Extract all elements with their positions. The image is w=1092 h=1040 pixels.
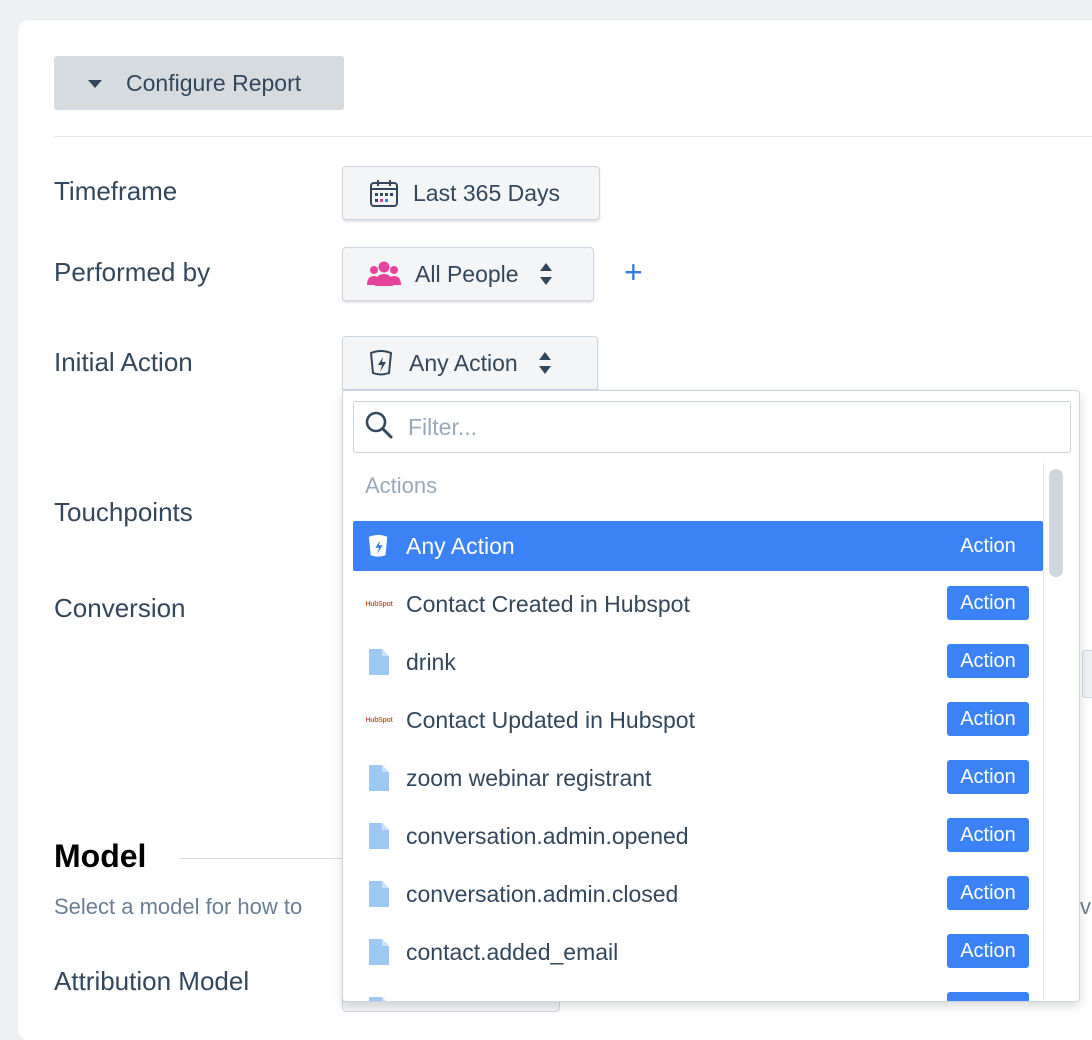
performed-by-value: All People [415, 260, 519, 287]
list-item[interactable]: contact.added_email Action [353, 927, 1043, 977]
up-down-arrows-icon [539, 262, 553, 286]
document-icon [367, 649, 391, 675]
action-badge: Action [947, 876, 1029, 910]
timeframe-label: Timeframe [54, 176, 178, 206]
up-down-arrows-icon [538, 351, 552, 375]
list-item-label: Contact Created in Hubspot [406, 590, 690, 617]
model-heading: Model [54, 838, 147, 874]
list-item[interactable]: HubSpot Contact Updated in Hubspot Actio… [353, 695, 1043, 745]
timeframe-button[interactable]: Last 365 Days [342, 166, 600, 220]
action-dropdown: Actions Any Action Action HubSpot Contac… [342, 390, 1080, 1002]
list-item-label: conversation.admin.closed [406, 880, 679, 907]
caret-down-icon [88, 80, 102, 88]
hubspot-logo-text: HubSpot [365, 716, 393, 724]
filter-input[interactable] [406, 412, 1050, 442]
performed-by-label: Performed by [54, 257, 211, 287]
section-divider [54, 136, 1092, 137]
performed-by-select[interactable]: All People [342, 247, 594, 301]
configure-report-toggle[interactable]: Configure Report [54, 56, 344, 110]
conversion-select-edge[interactable] [1082, 650, 1092, 698]
filter-box[interactable] [353, 401, 1071, 453]
actions-section-header: Actions [365, 473, 438, 498]
list-item[interactable]: Any Action Action [353, 521, 1043, 571]
model-description-tail: ve [1080, 894, 1092, 919]
attribution-model-label: Attribution Model [54, 966, 250, 996]
list-item-label: Contact Updated in Hubspot [406, 706, 695, 733]
document-icon [367, 823, 391, 849]
configure-report-label: Configure Report [126, 69, 302, 96]
action-badge: Action [947, 586, 1029, 620]
list-item[interactable]: drink Action [353, 637, 1043, 687]
action-badge: Action [947, 702, 1029, 736]
calendar-icon [369, 178, 399, 208]
model-description: Select a model for how to [54, 894, 303, 919]
list-item[interactable]: conversation.admin.closed Action [353, 869, 1043, 919]
list-item[interactable] [353, 985, 1043, 1001]
list-item-label: conversation.admin.opened [406, 822, 689, 849]
search-icon [364, 410, 394, 445]
action-badge: Action [947, 760, 1029, 794]
list-item-label: drink [406, 648, 456, 675]
list-item[interactable]: HubSpot Contact Created in Hubspot Actio… [353, 579, 1043, 629]
action-badge: Action [960, 534, 1016, 557]
initial-action-value: Any Action [409, 349, 518, 376]
action-badge: Action [947, 818, 1029, 852]
document-icon [367, 881, 391, 907]
add-filter-plus-icon[interactable]: + [624, 254, 643, 290]
any-action-icon [367, 533, 391, 559]
hubspot-logo-icon: HubSpot [365, 707, 393, 733]
document-icon [367, 765, 391, 791]
action-badge [947, 992, 1029, 1001]
list-item[interactable]: conversation.admin.opened Action [353, 811, 1043, 861]
scrollbar-track[interactable] [1043, 463, 1044, 1001]
touchpoints-label: Touchpoints [54, 497, 193, 527]
document-icon [367, 939, 391, 965]
action-badge: Action [947, 644, 1029, 678]
people-icon [367, 260, 401, 288]
timeframe-value: Last 365 Days [413, 179, 561, 206]
hubspot-logo-icon: HubSpot [365, 591, 393, 617]
hubspot-logo-text: HubSpot [365, 600, 393, 608]
list-item-label: Any Action [406, 532, 515, 559]
scrollbar-thumb[interactable] [1049, 469, 1063, 577]
action-list: Any Action Action HubSpot Contact Create… [353, 521, 1043, 1001]
conversion-label: Conversion [54, 593, 186, 623]
list-item-label: zoom webinar registrant [406, 764, 652, 791]
action-badge: Action [947, 934, 1029, 968]
any-action-icon [369, 349, 395, 377]
list-item[interactable]: zoom webinar registrant Action [353, 753, 1043, 803]
initial-action-select[interactable]: Any Action [342, 336, 598, 390]
document-icon [367, 997, 391, 1001]
list-item-label: contact.added_email [406, 938, 619, 965]
initial-action-label: Initial Action [54, 347, 193, 377]
